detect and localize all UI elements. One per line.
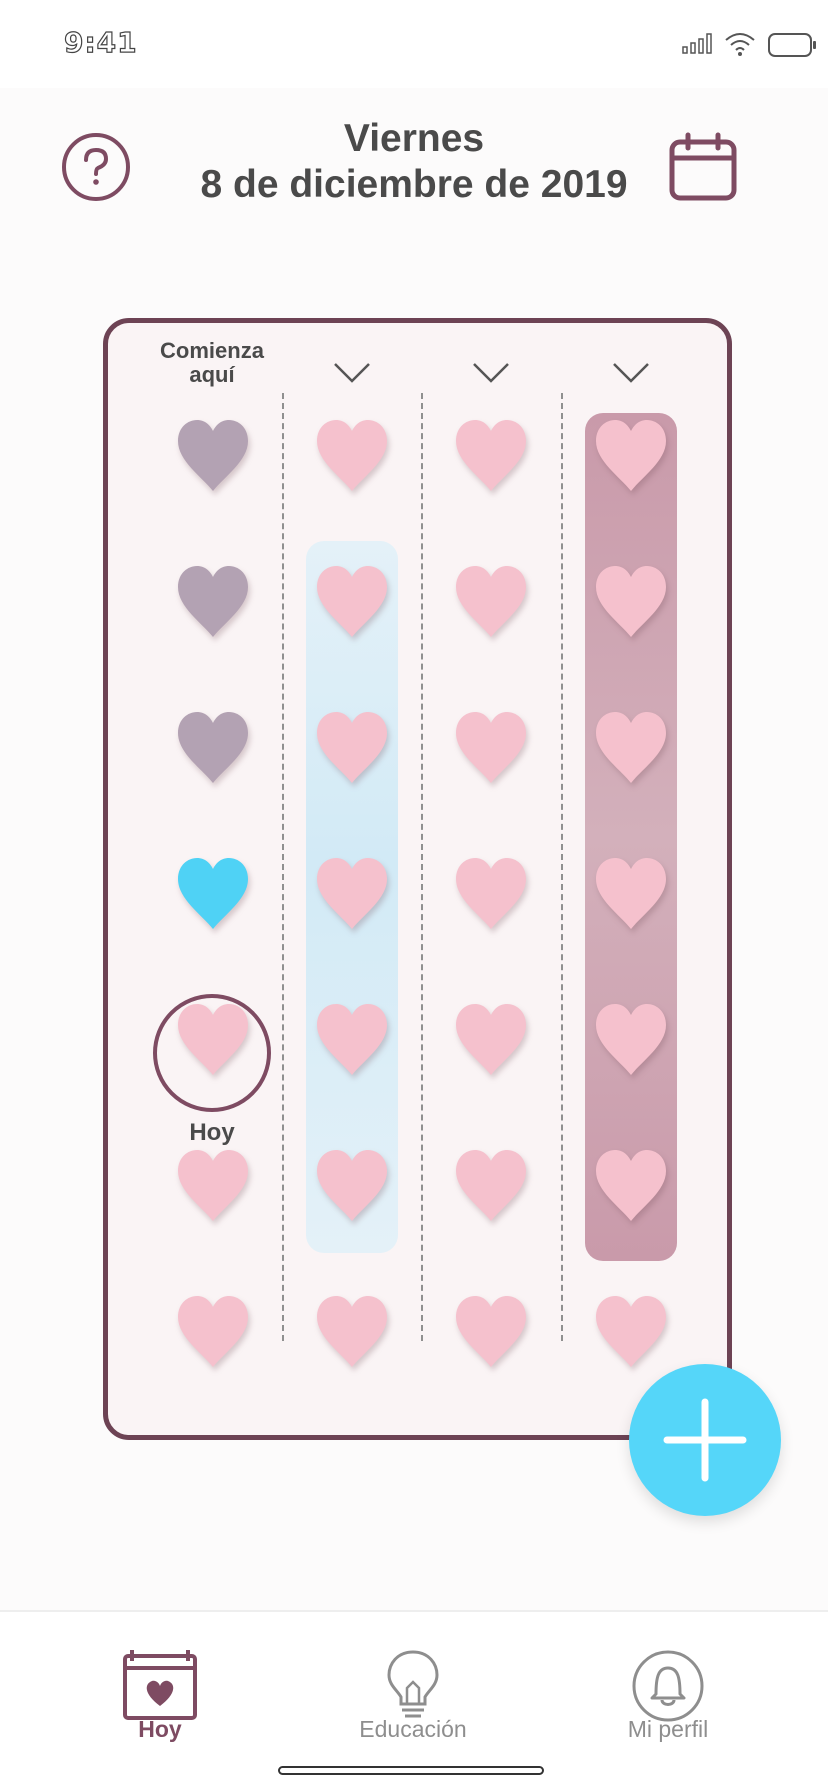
status-time: 9:41 [63,25,138,59]
heart-icon [596,712,666,783]
day-heart-icon[interactable] [589,706,673,790]
wifi-icon [725,33,755,56]
heart-icon [317,1150,387,1221]
day-heart-icon[interactable] [310,852,394,936]
heart-icon [317,420,387,491]
calendar-heart-icon [123,1650,197,1720]
calendar-icon [669,132,737,201]
column-divider [421,393,423,1341]
day-heart-icon[interactable] [589,1144,673,1228]
heart-icon [178,420,248,491]
heart-icon [456,420,526,491]
day-heart-icon[interactable] [171,998,255,1082]
day-heart-icon[interactable] [171,852,255,936]
heart-icon [178,1004,248,1075]
date-weekday: Viernes [343,117,485,160]
day-heart-icon[interactable] [171,706,255,790]
day-heart-icon[interactable] [310,1290,394,1374]
heart-icon [317,1004,387,1075]
day-heart-icon[interactable] [171,560,255,644]
heart-icon [178,1296,248,1367]
day-heart-icon[interactable] [589,998,673,1082]
day-heart-icon[interactable] [449,414,533,498]
heart-icon [178,566,248,637]
chevron-down-icon[interactable] [471,361,511,385]
heart-icon [317,712,387,783]
column-divider [282,393,284,1341]
cycle-grid: Comienza aquí Hoy [103,318,732,1440]
heart-icon [596,1004,666,1075]
chevron-down-icon[interactable] [332,361,372,385]
day-heart-icon[interactable] [310,414,394,498]
day-heart-icon[interactable] [449,1144,533,1228]
heart-icon [178,712,248,783]
day-heart-icon[interactable] [171,1290,255,1374]
day-heart-icon[interactable] [449,560,533,644]
day-heart-icon[interactable] [310,560,394,644]
heart-icon [317,858,387,929]
day-heart-icon[interactable] [310,706,394,790]
today-label: Hoy [189,1119,235,1146]
battery-icon [768,33,816,57]
tab-label: Mi perfil [627,1716,709,1742]
tab-today[interactable]: Hoy [60,1612,260,1762]
date-full: 8 de diciembre de 2019 [200,163,628,206]
question-circle-icon [84,147,109,185]
day-heart-icon[interactable] [449,706,533,790]
tab-label: Hoy [138,1716,182,1742]
day-heart-icon[interactable] [449,852,533,936]
day-heart-icon[interactable] [171,1144,255,1228]
day-heart-icon[interactable] [310,1144,394,1228]
heart-icon [456,1150,526,1221]
day-heart-icon[interactable] [589,1290,673,1374]
heart-icon [596,420,666,491]
profile-icon [632,1650,704,1722]
heart-icon [317,566,387,637]
period-band-plum [585,413,677,1261]
column-divider [561,393,563,1341]
tab-profile[interactable]: Mi perfil [568,1612,768,1762]
add-entry-button[interactable] [629,1364,781,1516]
tab-bar: Hoy Educación Mi perfil [0,1610,828,1792]
lightbulb-icon [387,1650,439,1718]
help-button[interactable] [62,133,130,201]
day-heart-icon[interactable] [589,414,673,498]
status-bar: 9:41 [0,0,828,88]
heart-icon [596,1150,666,1221]
heart-icon [456,712,526,783]
tab-label: Educación [359,1716,467,1742]
heart-icon [456,566,526,637]
start-here-label: Comienza aquí [160,338,264,387]
calendar-button[interactable] [668,132,738,202]
day-heart-icon[interactable] [589,560,673,644]
heart-icon [317,1296,387,1367]
day-heart-icon[interactable] [449,998,533,1082]
heart-icon [596,1296,666,1367]
heart-icon [178,858,248,929]
header: Viernes 8 de diciembre de 2019 [0,88,828,268]
signal-icon [682,33,712,54]
heart-icon [456,1004,526,1075]
heart-icon [596,566,666,637]
heart-icon [596,858,666,929]
heart-icon [456,1296,526,1367]
day-heart-icon[interactable] [589,852,673,936]
plus-icon [663,1398,747,1482]
day-heart-icon[interactable] [171,414,255,498]
day-heart-icon[interactable] [310,998,394,1082]
tab-education[interactable]: Educación [313,1612,513,1762]
day-heart-icon[interactable] [449,1290,533,1374]
date-display: Viernes 8 de diciembre de 2019 [164,116,664,208]
heart-icon [456,858,526,929]
heart-icon [178,1150,248,1221]
home-indicator[interactable] [278,1766,544,1775]
chevron-down-icon[interactable] [611,361,651,385]
